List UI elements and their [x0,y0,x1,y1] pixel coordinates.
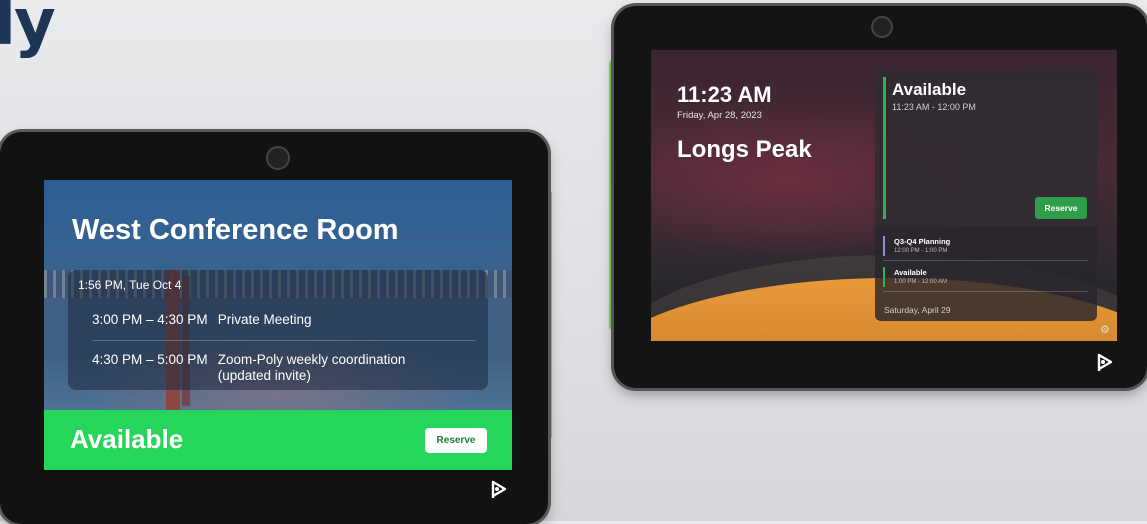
divider [883,260,1088,261]
schedule-card: 1:56 PM, Tue Oct 4 3:00 PM – 4:30 PM Pri… [68,270,488,390]
reserve-button[interactable]: Reserve [425,428,487,453]
poly-logo-icon [1097,353,1113,371]
status-time: 11:23 AM - 12:00 PM [892,102,976,112]
event-color-bar [883,236,885,256]
event-title: Zoom-Poly weekly coordination (updated i… [217,352,406,383]
room-name: Longs Peak [677,136,812,163]
gear-icon[interactable]: ⚙ [1100,323,1110,336]
event-row[interactable]: 4:30 PM – 5:00 PM Zoom-Poly weekly coord… [92,352,438,384]
room-title: West Conference Room [72,214,399,246]
status-label: Available [70,424,184,454]
event-title: Private Meeting [217,312,312,327]
schedule-panel: Available 11:23 AM - 12:00 PM Reserve Q3… [875,69,1097,321]
event-time: 12:00 PM - 1:00 PM [894,248,948,254]
brand-wordmark-fragment: ly [0,0,56,60]
event-color-bar [883,267,885,287]
event-time: 4:30 PM – 5:00 PM [92,352,208,367]
event-title: Available [894,268,927,277]
camera-icon [871,16,893,38]
divider [883,291,1088,292]
date: Friday, Apr 28, 2023 [677,110,762,121]
clock: 11:23 AM [677,82,772,107]
event-time: 3:00 PM – 4:30 PM [92,312,208,327]
reserve-button[interactable]: Reserve [1035,197,1087,219]
status-indicator [883,77,886,219]
status-label: Available [892,80,967,99]
poly-logo-icon [491,480,507,498]
current-time: 1:56 PM, Tue Oct 4 [78,278,182,292]
status-bar: Available Reserve [44,410,512,470]
room-scheduler-screen-right: 11:23 AM Friday, Apr 28, 2023 Longs Peak… [651,50,1117,341]
event-time: 1:00 PM - 12:00 AM [894,279,948,285]
divider [92,340,476,341]
event-row[interactable]: 3:00 PM – 4:30 PM Private Meeting [92,312,438,328]
event-title: Q3-Q4 Planning [894,237,951,246]
room-scheduler-screen-left: West Conference Room 1:56 PM, Tue Oct 4 … [44,180,512,470]
camera-icon [266,146,290,170]
footer-date: Saturday, April 29 [884,305,951,315]
